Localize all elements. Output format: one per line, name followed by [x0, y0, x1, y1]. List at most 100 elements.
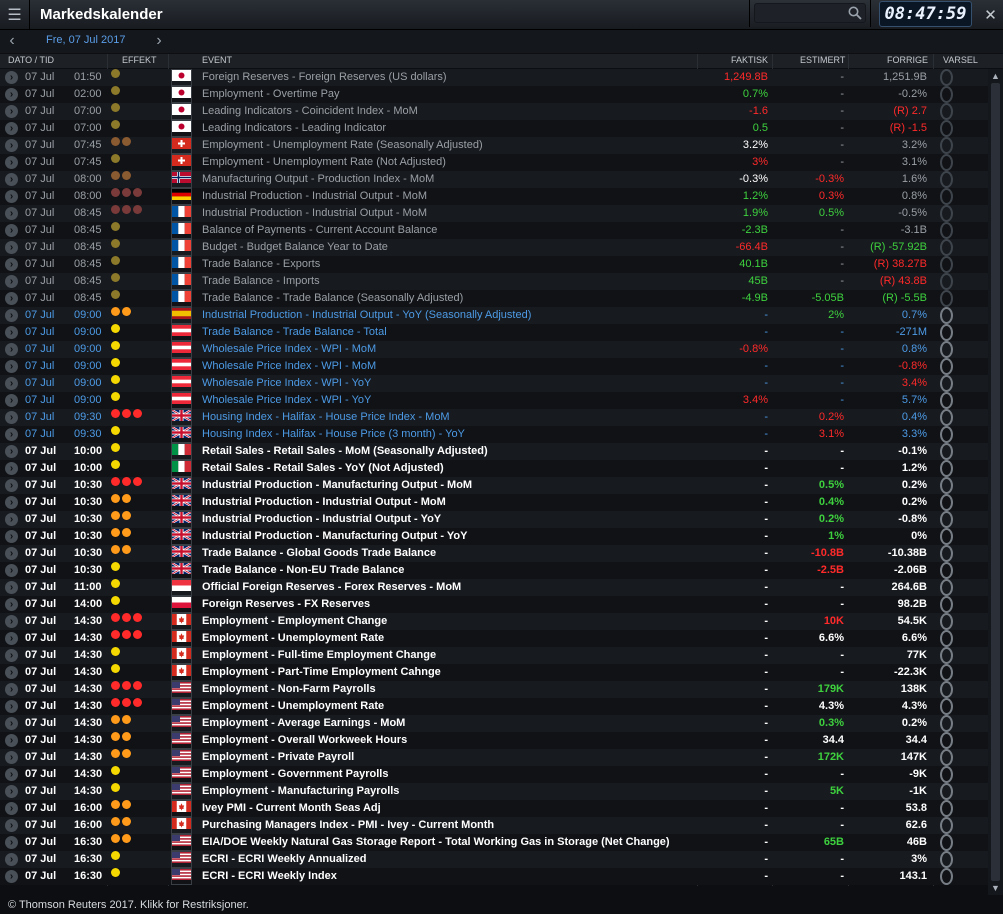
- expand-row-icon[interactable]: ›: [5, 377, 18, 390]
- event-name[interactable]: Trade Balance - Trade Balance - Total: [202, 324, 387, 341]
- table-row[interactable]: › 07 Jul 09:30 Housing Index - Halifax - Ho…: [0, 426, 988, 443]
- alert-toggle-icon[interactable]: [940, 341, 953, 358]
- column-forecast[interactable]: ESTIMERT: [800, 55, 845, 65]
- expand-row-icon[interactable]: ›: [5, 513, 18, 526]
- scroll-down-icon[interactable]: ▼: [990, 883, 1001, 893]
- table-row[interactable]: › 07 Jul 14:30 Employment - Overall Workwee…: [0, 732, 988, 749]
- expand-row-icon[interactable]: ›: [5, 275, 18, 288]
- table-row[interactable]: › 07 Jul 08:45 Budget - Budget Balance Year…: [0, 239, 988, 256]
- alert-toggle-icon[interactable]: [940, 630, 953, 647]
- table-row[interactable]: › 07 Jul 08:45 Industrial Production - Indu…: [0, 205, 988, 222]
- expand-row-icon[interactable]: ›: [5, 581, 18, 594]
- expand-row-icon[interactable]: ›: [5, 88, 18, 101]
- table-row[interactable]: › 07 Jul 08:00 Industrial Production - Indu…: [0, 188, 988, 205]
- alert-toggle-icon[interactable]: [940, 562, 953, 579]
- vertical-scrollbar[interactable]: ▲ ▼: [988, 69, 1003, 895]
- event-name[interactable]: Employment - Unemployment Rate (Seasonal…: [202, 137, 483, 154]
- table-row[interactable]: › 07 Jul 08:45 Trade Balance - Imports 45B - (…: [0, 273, 988, 290]
- expand-row-icon[interactable]: ›: [5, 615, 18, 628]
- table-row[interactable]: › 07 Jul 07:00 Leading Indicators - Leading…: [0, 120, 988, 137]
- expand-row-icon[interactable]: ›: [5, 309, 18, 322]
- event-name[interactable]: Employment - Unemployment Rate (Not Adju…: [202, 154, 446, 171]
- table-row[interactable]: › 07 Jul 14:30 Employment - Full-time Emplo…: [0, 647, 988, 664]
- alert-toggle-icon[interactable]: [940, 273, 953, 290]
- event-name[interactable]: Housing Index - Halifax - House Price (3…: [202, 426, 465, 443]
- alert-toggle-icon[interactable]: [940, 477, 953, 494]
- expand-row-icon[interactable]: ›: [5, 445, 18, 458]
- table-row[interactable]: › 07 Jul 14:30 Employment - Private Payroll…: [0, 749, 988, 766]
- table-row[interactable]: › 07 Jul 14:30 Employment - Manufacturing P…: [0, 783, 988, 800]
- footer-copyright[interactable]: © Thomson Reuters 2017. Klikk for Restri…: [0, 896, 1003, 914]
- alert-toggle-icon[interactable]: [940, 324, 953, 341]
- table-row[interactable]: › 07 Jul 14:30 Employment - Government Payr…: [0, 766, 988, 783]
- alert-toggle-icon[interactable]: [940, 460, 953, 477]
- table-row[interactable]: › 07 Jul 08:45 Trade Balance - Trade Balanc…: [0, 290, 988, 307]
- table-row[interactable]: › 07 Jul 09:00 Wholesale Price Index - WPI …: [0, 392, 988, 409]
- table-row[interactable]: › 07 Jul 09:00 Trade Balance - Trade Balanc…: [0, 324, 988, 341]
- table-row[interactable]: › 07 Jul 10:30 Industrial Production - Indu…: [0, 494, 988, 511]
- event-name[interactable]: Foreign Reserves - Foreign Reserves (US …: [202, 69, 447, 86]
- table-row[interactable]: › 07 Jul 10:00 Retail Sales - Retail Sales …: [0, 443, 988, 460]
- expand-row-icon[interactable]: ›: [5, 394, 18, 407]
- alert-toggle-icon[interactable]: [940, 120, 953, 137]
- event-name[interactable]: Industrial Production - Manufacturing Ou…: [202, 528, 467, 545]
- table-row[interactable]: › 07 Jul 01:50 Foreign Reserves - Foreign R…: [0, 69, 988, 86]
- table-row[interactable]: › 07 Jul 10:00 Retail Sales - Retail Sales …: [0, 460, 988, 477]
- alert-toggle-icon[interactable]: [940, 222, 953, 239]
- event-name[interactable]: Industrial Production - Industrial Outpu…: [202, 511, 441, 528]
- table-row[interactable]: › 07 Jul 07:45 Employment - Unemployment Ra…: [0, 137, 988, 154]
- event-name[interactable]: Employment - Private Payroll: [202, 749, 354, 766]
- event-name[interactable]: Industrial Production - Industrial Outpu…: [202, 205, 427, 222]
- expand-row-icon[interactable]: ›: [5, 479, 18, 492]
- alert-toggle-icon[interactable]: [940, 409, 953, 426]
- alert-toggle-icon[interactable]: [940, 392, 953, 409]
- alert-toggle-icon[interactable]: [940, 579, 953, 596]
- expand-row-icon[interactable]: ›: [5, 343, 18, 356]
- event-name[interactable]: Industrial Production - Industrial Outpu…: [202, 494, 446, 511]
- search-icon[interactable]: [848, 6, 862, 20]
- table-row[interactable]: › 07 Jul 10:30 Trade Balance - Global Goods…: [0, 545, 988, 562]
- event-name[interactable]: Employment - Unemployment Rate: [202, 698, 384, 715]
- expand-row-icon[interactable]: ›: [5, 802, 18, 815]
- event-name[interactable]: Industrial Production - Manufacturing Ou…: [202, 477, 472, 494]
- column-actual[interactable]: FAKTISK: [731, 55, 768, 65]
- close-button[interactable]: ✕: [978, 0, 1003, 29]
- alert-toggle-icon[interactable]: [940, 749, 953, 766]
- table-row[interactable]: › 07 Jul 14:30 Employment - Unemployment Ra…: [0, 630, 988, 647]
- alert-toggle-icon[interactable]: [940, 817, 953, 834]
- table-row[interactable]: › 07 Jul 16:00 Purchasing Managers Index - …: [0, 817, 988, 834]
- alert-toggle-icon[interactable]: [940, 307, 953, 324]
- alert-toggle-icon[interactable]: [940, 86, 953, 103]
- table-row[interactable]: › 07 Jul 08:45 Trade Balance - Exports 40.1B…: [0, 256, 988, 273]
- expand-row-icon[interactable]: ›: [5, 751, 18, 764]
- alert-toggle-icon[interactable]: [940, 154, 953, 171]
- event-name[interactable]: Employment - Overall Workweek Hours: [202, 732, 407, 749]
- expand-row-icon[interactable]: ›: [5, 462, 18, 475]
- alert-toggle-icon[interactable]: [940, 443, 953, 460]
- event-name[interactable]: Employment - Employment Change: [202, 613, 387, 630]
- table-row[interactable]: › 07 Jul 09:00 Wholesale Price Index - WPI …: [0, 358, 988, 375]
- alert-toggle-icon[interactable]: [940, 851, 953, 868]
- expand-row-icon[interactable]: ›: [5, 173, 18, 186]
- expand-row-icon[interactable]: ›: [5, 258, 18, 271]
- table-row[interactable]: › 07 Jul 10:30 Trade Balance - Non-EU Trade…: [0, 562, 988, 579]
- alert-toggle-icon[interactable]: [940, 511, 953, 528]
- alert-toggle-icon[interactable]: [940, 188, 953, 205]
- expand-row-icon[interactable]: ›: [5, 683, 18, 696]
- event-name[interactable]: Employment - Average Earnings - MoM: [202, 715, 405, 732]
- table-row[interactable]: › 07 Jul 07:00 Leading Indicators - Coincid…: [0, 103, 988, 120]
- alert-toggle-icon[interactable]: [940, 103, 953, 120]
- menu-button[interactable]: ☰: [0, 0, 30, 29]
- expand-row-icon[interactable]: ›: [5, 411, 18, 424]
- alert-toggle-icon[interactable]: [940, 256, 953, 273]
- alert-toggle-icon[interactable]: [940, 545, 953, 562]
- event-name[interactable]: Ivey PMI - Current Month Seas Adj: [202, 800, 381, 817]
- table-row[interactable]: › 07 Jul 10:30 Industrial Production - Manu…: [0, 528, 988, 545]
- expand-row-icon[interactable]: ›: [5, 241, 18, 254]
- expand-row-icon[interactable]: ›: [5, 326, 18, 339]
- event-name[interactable]: Employment - Unemployment Rate: [202, 630, 384, 647]
- table-row[interactable]: › 07 Jul 16:00 Ivey PMI - Current Month Sea…: [0, 800, 988, 817]
- expand-row-icon[interactable]: ›: [5, 649, 18, 662]
- event-name[interactable]: Employment - Full-time Employment Change: [202, 647, 436, 664]
- expand-row-icon[interactable]: ›: [5, 700, 18, 713]
